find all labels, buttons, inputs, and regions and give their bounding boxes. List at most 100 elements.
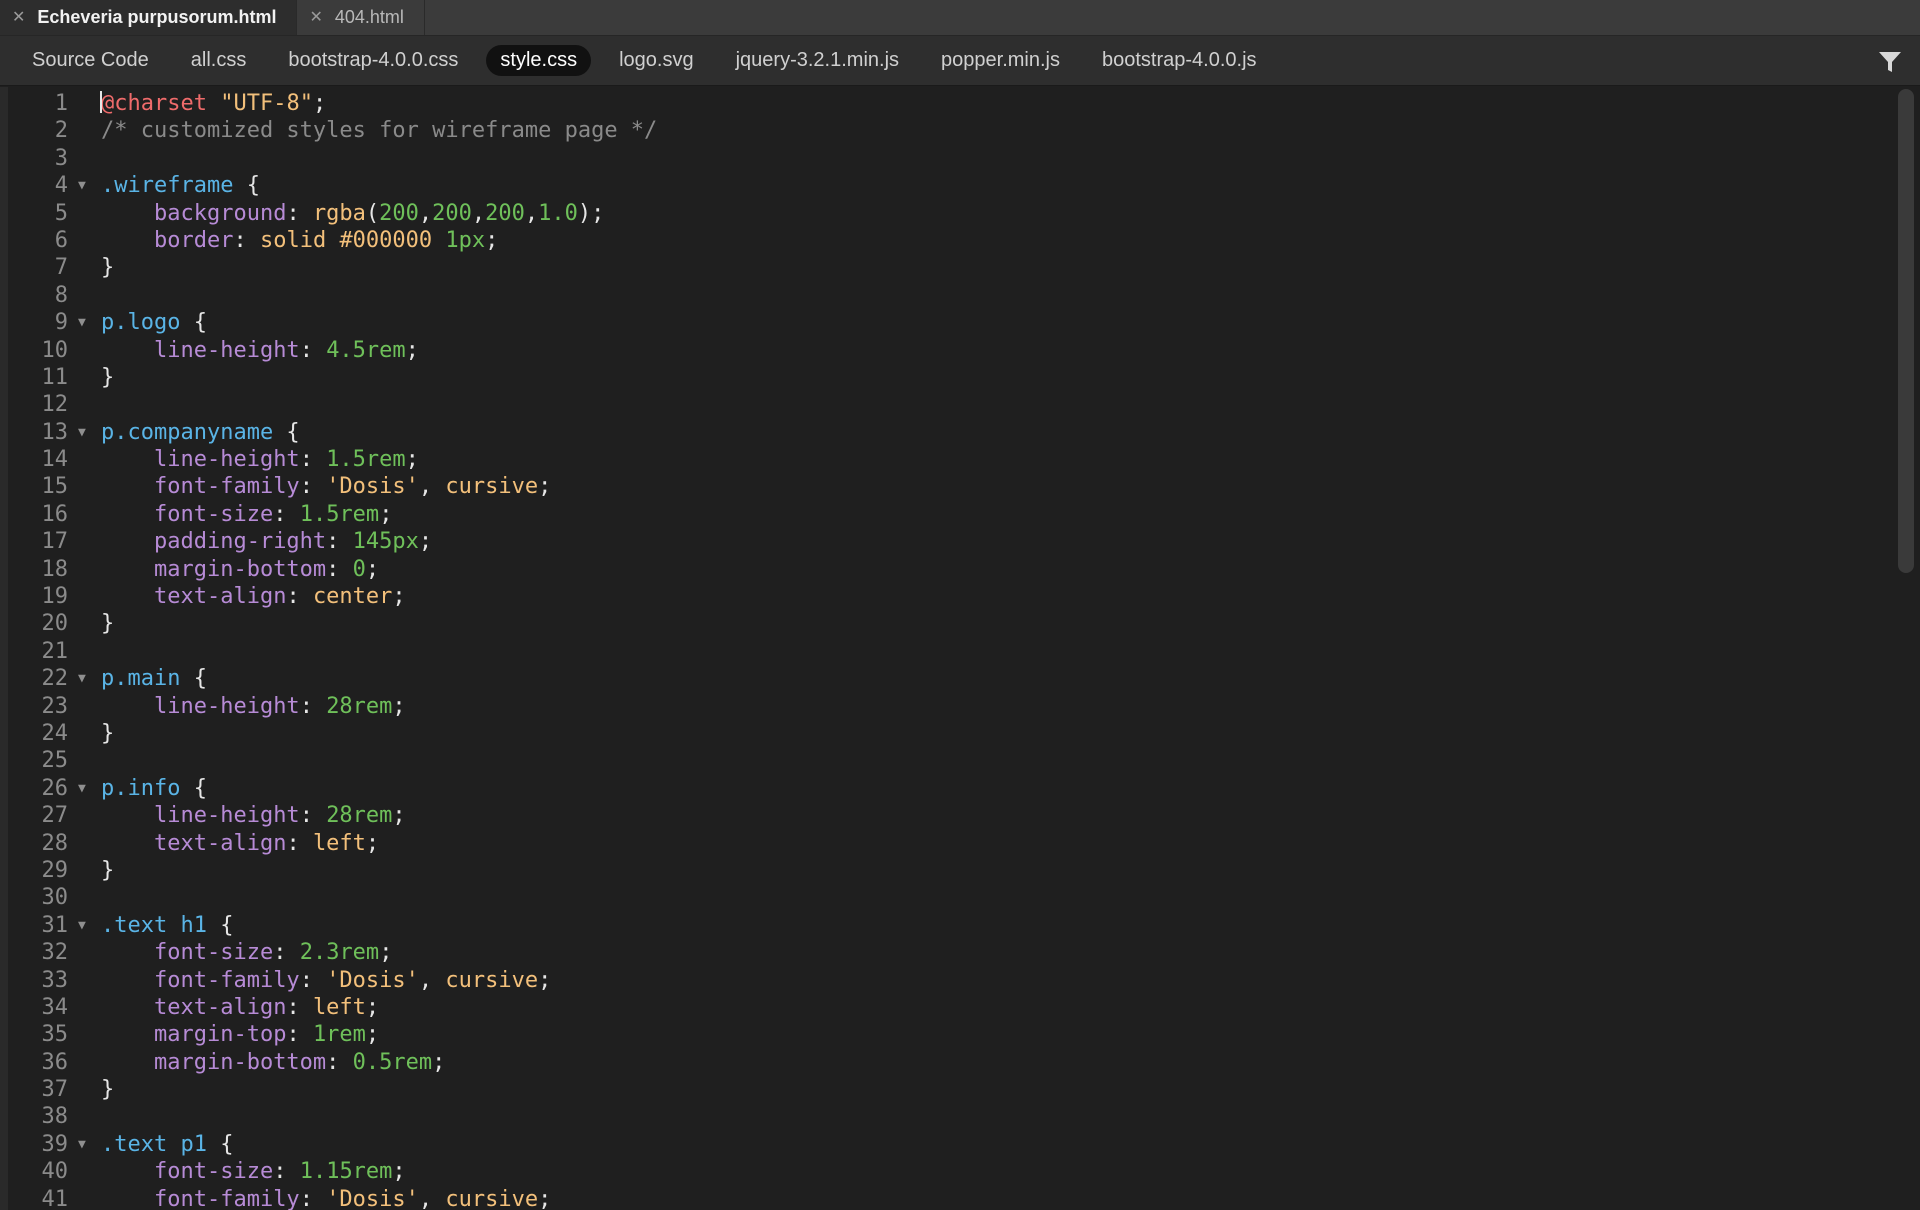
line-number: 41 bbox=[41, 1186, 69, 1210]
related-file-all-css[interactable]: all.css bbox=[177, 45, 261, 76]
fold-arrow-icon[interactable]: ▼ bbox=[78, 912, 92, 939]
close-icon[interactable]: ✕ bbox=[12, 7, 25, 27]
code-token: ; bbox=[418, 529, 433, 555]
code-token: rgba bbox=[312, 200, 366, 226]
code-token: ; bbox=[538, 474, 552, 500]
code-token: border bbox=[153, 227, 234, 253]
fold-arrow-icon[interactable]: ▼ bbox=[78, 309, 92, 336]
code-token: .text p1 bbox=[101, 1131, 207, 1157]
code-token: , bbox=[418, 200, 433, 226]
related-files-bar: Source Code all.css bootstrap-4.0.0.css … bbox=[0, 36, 1920, 86]
code-token: p.info bbox=[101, 775, 181, 801]
related-file-style-css[interactable]: style.css bbox=[486, 45, 592, 76]
code-token: : bbox=[326, 1049, 353, 1075]
line-number: 8 bbox=[54, 282, 68, 308]
code-token: 1rem bbox=[312, 1022, 366, 1048]
code-text: border: solid #000000 1px; bbox=[101, 227, 498, 254]
code-token: padding-right bbox=[153, 529, 327, 555]
code-token: : bbox=[273, 1159, 300, 1185]
code-text: .text h1 { bbox=[101, 912, 233, 939]
code-token: : bbox=[299, 337, 327, 363]
code-token: ; bbox=[485, 227, 499, 253]
line-number: 12 bbox=[41, 392, 69, 418]
line-number: 7 bbox=[54, 255, 68, 281]
line-number: 6 bbox=[54, 227, 68, 253]
code-token: /* customized styles for wireframe page … bbox=[101, 118, 658, 144]
fold-arrow-icon[interactable]: ▼ bbox=[78, 419, 92, 446]
line-number: 24 bbox=[41, 720, 69, 746]
code-token: 1px bbox=[445, 227, 486, 253]
code-token: margin-top bbox=[153, 1022, 287, 1048]
line-number: 32 bbox=[41, 940, 69, 966]
code-token: ; bbox=[405, 447, 419, 473]
code-token: ; bbox=[365, 830, 380, 856]
code-token: , bbox=[524, 200, 539, 226]
code-token: ; bbox=[392, 584, 406, 610]
filter-icon[interactable] bbox=[1878, 50, 1902, 74]
code-token: background bbox=[153, 200, 287, 226]
code-token: ); bbox=[577, 200, 605, 226]
code-editor[interactable]: 1 @charset "UTF-8"; 2 /* customized styles … bbox=[0, 87, 1920, 1210]
code-token: text-align bbox=[153, 994, 287, 1020]
code-text: padding-right: 145px; bbox=[101, 528, 432, 555]
line-number: 21 bbox=[41, 638, 69, 664]
line-number: 19 bbox=[41, 584, 69, 610]
line-number: 36 bbox=[41, 1049, 69, 1075]
line-number: 30 bbox=[41, 885, 69, 911]
code-token: : bbox=[299, 803, 327, 829]
code-text: margin-bottom: 0.5rem; bbox=[101, 1049, 445, 1076]
fold-arrow-icon[interactable]: ▼ bbox=[78, 172, 92, 199]
code-token: 0 bbox=[352, 556, 366, 582]
file-tab-echeveria[interactable]: ✕ Echeveria purpusorum.html bbox=[0, 0, 298, 35]
code-text: margin-top: 1rem; bbox=[101, 1021, 379, 1048]
related-file-source-code[interactable]: Source Code bbox=[18, 45, 163, 76]
code-token: 'Dosis' bbox=[326, 967, 419, 993]
code-text: } bbox=[101, 610, 114, 637]
related-file-jquery[interactable]: jquery-3.2.1.min.js bbox=[722, 45, 913, 76]
code-token: p.companyname bbox=[101, 419, 274, 445]
line-number: 20 bbox=[41, 611, 69, 637]
close-icon[interactable]: ✕ bbox=[309, 7, 322, 27]
related-file-logo-svg[interactable]: logo.svg bbox=[605, 45, 708, 76]
code-token: 200 bbox=[432, 200, 472, 226]
code-token: solid #000000 bbox=[259, 227, 446, 253]
code-token: line-height bbox=[153, 447, 300, 473]
file-tab-404[interactable]: ✕ 404.html bbox=[297, 0, 425, 35]
vertical-scrollbar[interactable] bbox=[1892, 87, 1920, 1210]
code-token: , bbox=[418, 474, 446, 500]
fold-arrow-icon[interactable]: ▼ bbox=[78, 665, 92, 692]
fold-arrow-icon[interactable]: ▼ bbox=[78, 1131, 92, 1158]
code-token: 145px bbox=[352, 529, 419, 555]
line-number: 11 bbox=[41, 364, 69, 390]
code-text: p.logo { bbox=[101, 309, 207, 336]
fold-arrow-icon[interactable]: ▼ bbox=[78, 775, 92, 802]
code-token: line-height bbox=[153, 693, 300, 719]
line-number: 17 bbox=[41, 529, 69, 555]
code-token: ; bbox=[432, 1049, 446, 1075]
line-number: 34 bbox=[41, 994, 69, 1020]
related-file-popper[interactable]: popper.min.js bbox=[927, 45, 1074, 76]
code-token: cursive bbox=[445, 1186, 539, 1210]
code-token: { bbox=[180, 775, 207, 801]
related-file-bootstrap-js[interactable]: bootstrap-4.0.0.js bbox=[1088, 45, 1271, 76]
code-token: "UTF-8" bbox=[220, 91, 313, 116]
scrollbar-thumb[interactable] bbox=[1898, 89, 1914, 573]
code-token: } bbox=[101, 364, 115, 390]
line-number: 3 bbox=[54, 145, 68, 171]
line-number: 2 bbox=[54, 118, 68, 144]
code-token: ( bbox=[365, 200, 380, 226]
code-text: /* customized styles for wireframe page … bbox=[101, 117, 657, 144]
line-number: 15 bbox=[41, 474, 69, 500]
code-token: ; bbox=[392, 803, 406, 829]
related-file-bootstrap-css[interactable]: bootstrap-4.0.0.css bbox=[274, 45, 472, 76]
line-number: 13 bbox=[41, 419, 69, 445]
code-text: @charset "UTF-8"; bbox=[101, 90, 326, 117]
code-token: : bbox=[299, 967, 327, 993]
code-token: margin-bottom bbox=[153, 1049, 327, 1075]
code-token: 1.5rem bbox=[299, 501, 380, 527]
